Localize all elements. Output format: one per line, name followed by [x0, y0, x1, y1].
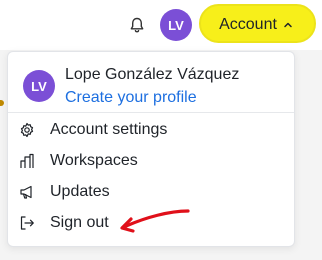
workspaces-icon: [18, 152, 36, 170]
menu-item-label: Account settings: [50, 121, 168, 138]
create-profile-link[interactable]: Create your profile: [65, 89, 197, 107]
menu-avatar: LV: [23, 70, 55, 102]
menu-item-label: Sign out: [50, 214, 109, 231]
megaphone-icon: [18, 183, 36, 201]
menu-item-label: Workspaces: [50, 152, 138, 169]
bell-icon[interactable]: [128, 16, 146, 34]
menu-item-updates[interactable]: Updates: [18, 179, 286, 205]
account-label: Account: [219, 16, 277, 33]
gear-icon: [18, 121, 36, 139]
user-name: Lope González Vázquez: [65, 66, 240, 83]
menu-item-workspaces[interactable]: Workspaces: [18, 148, 286, 174]
menu-divider: [8, 112, 294, 113]
account-button[interactable]: Account: [200, 12, 312, 38]
annotation-arrow: [120, 209, 190, 233]
avatar[interactable]: LV: [160, 9, 192, 41]
menu-item-account-settings[interactable]: Account settings: [18, 117, 286, 143]
background-fragment: [0, 100, 4, 106]
chevron-up-icon: [284, 22, 292, 28]
menu-item-label: Updates: [50, 183, 110, 200]
top-bar: LV Account: [0, 0, 322, 50]
sign-out-icon: [18, 214, 36, 232]
